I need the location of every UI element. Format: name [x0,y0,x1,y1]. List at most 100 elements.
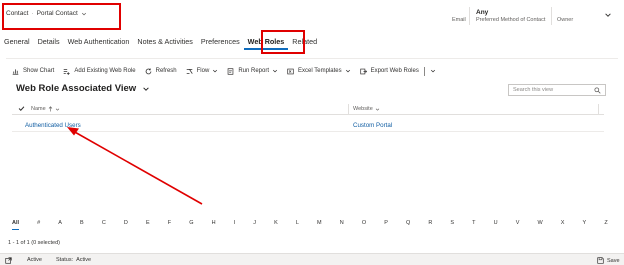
alphabet-filter-letter[interactable]: K [274,220,278,230]
chevron-down-icon [272,69,278,73]
excel-templates-label: Excel Templates [298,68,342,74]
alphabet-filter-letter[interactable]: # [37,220,40,230]
record-count: 1 - 1 of 1 (0 selected) [8,240,60,246]
record-status: Status: Active [56,257,91,263]
search-input[interactable]: Search this view [508,84,606,96]
alphabet-filter-letter[interactable]: N [340,220,344,230]
alphabet-filter-letter[interactable]: P [384,220,388,230]
add-existing-label: Add Existing Web Role [74,68,136,74]
alphabet-filter-letter[interactable]: J [253,220,256,230]
alphabet-filter-letter[interactable]: F [168,220,171,230]
select-all-checkmark-icon[interactable] [18,105,25,112]
popout-icon [5,257,12,264]
tab-general[interactable]: General [0,34,34,50]
tab-preferences[interactable]: Preferences [197,34,244,50]
row-name-link[interactable]: Authenticated Users [25,122,81,129]
preferred-method-label: Preferred Method of Contact [476,17,546,23]
row-website-link[interactable]: Custom Portal [353,122,392,129]
grid-header: Name Website [12,103,604,115]
alphabet-filter-letter[interactable]: Q [406,220,410,230]
tab-details[interactable]: Details [34,34,64,50]
column-header-name[interactable]: Name [31,106,60,112]
excel-icon [287,68,294,74]
flow-label: Flow [196,68,210,74]
status-bar: Active Status: Active Save [0,253,624,265]
status-value: Active [76,257,92,263]
preferred-method-value: Any [476,9,489,16]
alphabet-filter-letter[interactable]: L [296,220,299,230]
record-header: Contact · Portal Contact Email Any Prefe… [0,0,624,32]
column-website-label: Website [353,106,373,112]
header-divider [551,7,552,25]
header-divider [469,7,470,25]
popout-button[interactable] [5,257,12,264]
alphabet-filter-letter[interactable]: U [494,220,498,230]
alphabet-filter-letter[interactable]: G [189,220,193,230]
report-icon [228,67,234,75]
toolbar-divider [423,66,425,76]
alphabet-filter-letter[interactable]: V [516,220,520,230]
add-existing-web-role-button[interactable]: Add Existing Web Role [63,68,136,75]
chevron-down-icon [143,86,149,91]
alphabet-filter-letter[interactable]: B [80,220,84,230]
search-icon[interactable] [594,86,601,94]
save-button[interactable]: Save [597,257,620,264]
view-selector[interactable]: Web Role Associated View [16,83,150,94]
alphabet-filter-letter[interactable]: C [102,220,106,230]
column-divider [348,104,349,114]
run-report-button[interactable]: Run Report [227,67,278,75]
state-value: Active [27,257,42,263]
add-list-icon [64,68,71,75]
alphabet-filter-letter[interactable]: A [58,220,62,230]
record-state: Active [27,257,42,263]
alphabet-filter-letter[interactable]: Z [604,220,607,230]
excel-templates-button[interactable]: Excel Templates [287,68,351,75]
flow-button[interactable]: Flow [186,68,219,75]
alphabet-filter-letter[interactable]: M [317,220,322,230]
run-report-label: Run Report [238,68,269,74]
export-label: Export Web Roles [370,68,419,74]
alphabet-filter-letter[interactable]: R [428,220,432,230]
refresh-button[interactable]: Refresh [145,68,177,75]
more-commands-chevron-icon[interactable] [430,68,436,74]
alphabet-filter-letter[interactable]: O [362,220,366,230]
alphabet-filter-letter[interactable]: D [124,220,128,230]
column-divider [598,104,599,114]
flow-icon [186,68,193,74]
alphabet-filter-all[interactable]: All [12,220,20,230]
save-icon [597,257,604,264]
status-label: Status: [56,257,74,263]
alphabet-filter-letter[interactable]: H [212,220,216,230]
command-bar: Show Chart Add Existing Web Role Refresh… [12,63,436,79]
tab-notes-activities[interactable]: Notes & Activities [133,34,197,50]
refresh-icon [145,68,151,74]
show-chart-label: Show Chart [23,68,55,74]
column-header-website[interactable]: Website [353,106,380,112]
alphabet-filter-letter[interactable]: Y [583,220,587,230]
header-expand-chevron-icon[interactable] [604,11,612,19]
chevron-down-icon [213,69,218,73]
alphabet-filter-letter[interactable]: W [537,220,542,230]
alphabet-filter-letter[interactable]: S [450,220,454,230]
show-chart-button[interactable]: Show Chart [12,68,54,75]
chevron-down-icon [345,69,350,73]
table-row[interactable]: Authenticated Users Custom Portal [12,119,604,132]
alphabet-filter-letter[interactable]: E [146,220,150,230]
refresh-label: Refresh [155,68,177,74]
export-excel-icon [359,68,367,74]
alphabet-filter-letter[interactable]: I [234,220,236,230]
alphabet-filter-letter[interactable]: T [472,220,475,230]
owner-label: Owner [557,17,574,23]
save-label: Save [607,257,620,264]
column-name-label: Name [31,106,46,112]
alphabet-jump-bar: All # A B C D E F G H I J K L M N O P Q R S T U V W X Y Z [12,220,608,230]
email-label: Email [452,17,466,23]
export-web-roles-button[interactable]: Export Web Roles [359,68,419,75]
alphabet-filter-letter[interactable]: X [561,220,565,230]
search-placeholder: Search this view [513,87,554,93]
view-title: Web Role Associated View [16,83,137,94]
tab-web-authentication[interactable]: Web Authentication [64,34,134,50]
chevron-down-icon [55,108,59,111]
chart-icon [12,68,19,75]
annotation-box-web-roles-tab [261,30,305,54]
